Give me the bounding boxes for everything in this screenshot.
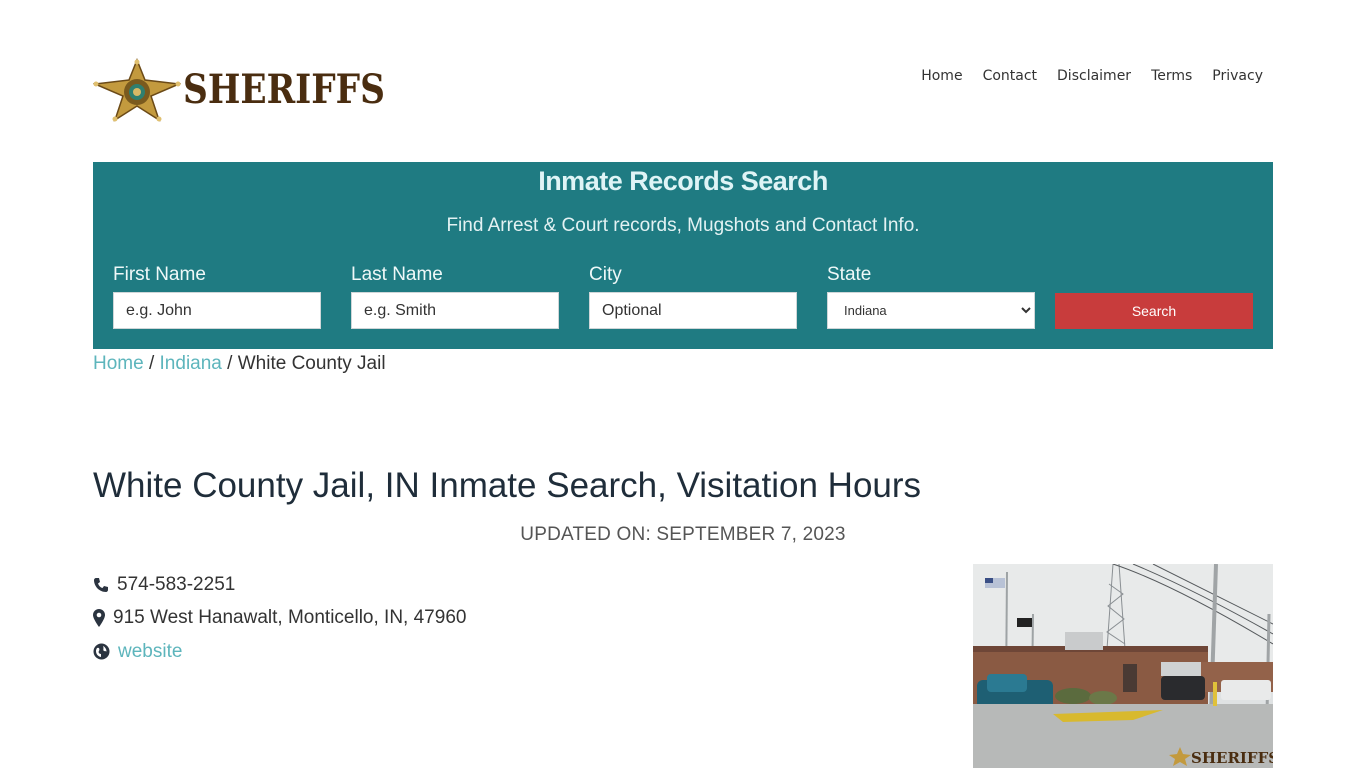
updated-date: UPDATED ON: SEPTEMBER 7, 2023 [520,524,846,545]
breadcrumb-state[interactable]: Indiana [160,353,222,374]
breadcrumb-current: White County Jail [237,353,386,374]
site-logo[interactable]: SHERIFFS [93,58,418,122]
phone-number: 574-583-2251 [117,573,236,595]
jail-photo: SHERIFFS [973,564,1273,768]
last-name-input[interactable] [351,292,559,329]
search-title: Inmate Records Search [538,166,828,196]
city-field: City [589,264,797,329]
main-nav: Home Contact Disclaimer Terms Privacy [921,68,1263,84]
address-text: 915 West Hanawalt, Monticello, IN, 47960 [113,607,467,629]
phone-row: 574-583-2251 [93,568,466,602]
state-label: State [827,264,872,285]
nav-home[interactable]: Home [921,68,962,84]
breadcrumb-separator: / [148,353,155,374]
contact-info: 574-583-2251 915 West Hanawalt, Monticel… [93,568,466,669]
first-name-input[interactable] [113,292,321,329]
nav-disclaimer[interactable]: Disclaimer [1057,68,1131,84]
map-marker-icon [93,609,105,628]
globe-icon [93,643,110,660]
first-name-label: First Name [113,264,206,285]
breadcrumb: Home / Indiana / White County Jail [93,353,386,375]
city-label: City [589,264,622,285]
photo-watermark: SHERIFFS [1191,749,1273,767]
state-field: State Indiana [827,264,1035,329]
sheriff-star-icon [93,58,181,122]
inmate-search-panel: Inmate Records Search Find Arrest & Cour… [93,162,1273,349]
logo-wordmark: SHERIFFS [183,66,385,113]
nav-contact[interactable]: Contact [983,68,1037,84]
search-subtitle: Find Arrest & Court records, Mugshots an… [446,215,920,236]
search-button[interactable]: Search [1055,293,1253,329]
phone-icon [94,577,108,592]
nav-terms[interactable]: Terms [1151,68,1192,84]
page-title: White County Jail, IN Inmate Search, Vis… [93,466,922,505]
site-header: SHERIFFS Home Contact Disclaimer Terms P… [93,58,1273,122]
website-link[interactable]: website [118,641,182,663]
breadcrumb-separator: / [227,353,233,374]
last-name-field: Last Name [351,264,559,329]
address-row: 915 West Hanawalt, Monticello, IN, 47960 [93,602,466,636]
website-row: website [93,635,466,669]
last-name-label: Last Name [351,264,443,285]
breadcrumb-home[interactable]: Home [93,353,144,374]
city-input[interactable] [589,292,797,329]
state-select[interactable]: Indiana [827,292,1035,329]
nav-privacy[interactable]: Privacy [1212,68,1263,84]
first-name-field: First Name [113,264,321,329]
